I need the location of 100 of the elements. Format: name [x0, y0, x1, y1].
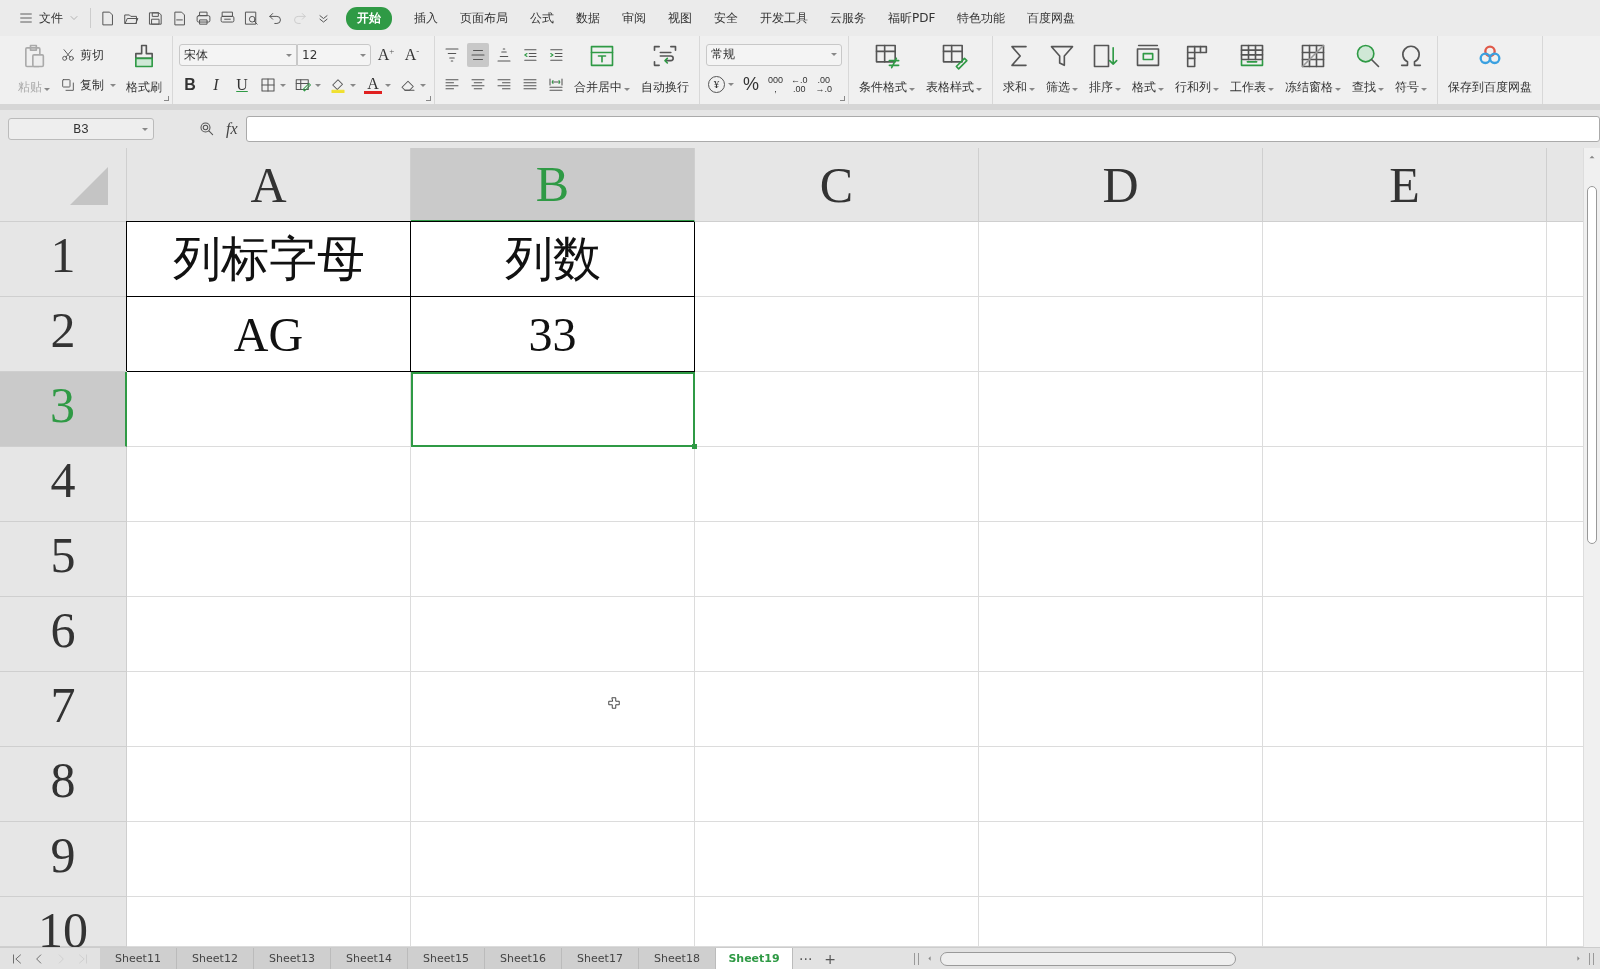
dropdown-field[interactable]: 常规: [706, 43, 842, 66]
ribbon-button[interactable]: 格式刷: [122, 40, 166, 100]
row-header[interactable]: 7: [0, 672, 127, 747]
sheet-tab[interactable]: Sheet13: [254, 948, 331, 969]
print-icon[interactable]: [195, 9, 212, 27]
row-header[interactable]: 9: [0, 822, 127, 897]
dropdown-field[interactable]: 12: [297, 44, 371, 66]
ribbon-button[interactable]: 自动换行: [637, 40, 693, 100]
more-sheets-button[interactable]: ···: [793, 948, 819, 969]
table-cell[interactable]: [411, 747, 695, 822]
ribbon-button[interactable]: 求和: [999, 40, 1039, 100]
formula-field[interactable]: [245, 116, 1600, 142]
row-header[interactable]: 5: [0, 522, 127, 597]
ribbon-button[interactable]: 排序: [1085, 40, 1125, 100]
row-header[interactable]: 8: [0, 747, 127, 822]
table-cell[interactable]: [695, 297, 979, 372]
ribbon-button[interactable]: 保存到百度网盘: [1444, 40, 1536, 100]
table-cell[interactable]: [127, 522, 411, 597]
ribbon-button[interactable]: 条件格式: [855, 40, 919, 100]
table-cell[interactable]: [1263, 747, 1547, 822]
menu-tab[interactable]: 数据: [576, 6, 600, 30]
table-cell[interactable]: [695, 447, 979, 522]
menu-tab[interactable]: 开发工具: [760, 6, 808, 30]
column-header[interactable]: C: [695, 148, 979, 222]
menu-tab[interactable]: 公式: [530, 6, 554, 30]
sheet-tab[interactable]: Sheet18: [639, 948, 716, 969]
menu-tab[interactable]: 审阅: [622, 6, 646, 30]
save-icon[interactable]: [147, 9, 164, 27]
row-header[interactable]: 4: [0, 447, 127, 522]
scrollbar-thumb[interactable]: [1587, 186, 1597, 544]
table-cell[interactable]: [695, 822, 979, 897]
sheet-tab[interactable]: Sheet14: [331, 948, 408, 969]
table-cell[interactable]: [979, 222, 1263, 297]
ribbon-button[interactable]: 格式: [1128, 40, 1168, 100]
ribbon-button[interactable]: 工作表: [1226, 40, 1278, 100]
toolbar-button[interactable]: ¥: [706, 72, 736, 97]
ribbon-button[interactable]: 行和列: [1171, 40, 1223, 100]
table-cell[interactable]: [1263, 372, 1547, 447]
table-cell[interactable]: [411, 522, 695, 597]
selected-cell[interactable]: [411, 372, 695, 447]
table-cell[interactable]: [127, 597, 411, 672]
table-cell[interactable]: [1263, 222, 1547, 297]
table-cell[interactable]: 33: [411, 297, 695, 372]
toolbar-button[interactable]: ←.0 .00: [789, 72, 810, 97]
row-header[interactable]: 2: [0, 297, 127, 372]
dropdown-field[interactable]: 宋体: [179, 44, 297, 66]
ribbon-button[interactable]: 表格样式: [922, 40, 986, 100]
table-cell[interactable]: [695, 672, 979, 747]
ribbon-button[interactable]: 筛选: [1042, 40, 1082, 100]
toolbar-button[interactable]: A$^{+}$: [375, 43, 397, 67]
table-cell[interactable]: [411, 597, 695, 672]
menu-tab[interactable]: 视图: [668, 6, 692, 30]
dialog-launcher-icon[interactable]: [164, 96, 169, 101]
table-cell[interactable]: 列数: [411, 222, 695, 297]
column-header[interactable]: A: [127, 148, 411, 222]
first-sheet-icon[interactable]: [10, 951, 24, 966]
menu-tab[interactable]: 福昕PDF: [888, 6, 936, 30]
table-cell[interactable]: [1263, 597, 1547, 672]
table-cell[interactable]: [127, 672, 411, 747]
ribbon-button[interactable]: 冻结窗格: [1281, 40, 1345, 100]
menu-tab[interactable]: 百度网盘: [1027, 6, 1076, 30]
splitter-grip-icon[interactable]: [1589, 952, 1594, 965]
table-cell[interactable]: [411, 822, 695, 897]
dialog-launcher-icon[interactable]: [840, 96, 845, 101]
preview-icon[interactable]: [243, 9, 260, 27]
sheet-tab[interactable]: Sheet17: [562, 948, 639, 969]
toolbar-button[interactable]: A: [362, 73, 393, 97]
ribbon-button[interactable]: 符号: [1391, 40, 1431, 100]
column-header[interactable]: E: [1263, 148, 1547, 222]
table-cell[interactable]: [127, 747, 411, 822]
menu-tab[interactable]: 云服务: [830, 6, 866, 30]
zoom-icon[interactable]: [198, 120, 216, 138]
dialog-launcher-icon[interactable]: [426, 96, 431, 101]
select-all-corner[interactable]: [0, 148, 127, 222]
table-cell[interactable]: [979, 747, 1263, 822]
table-cell[interactable]: [979, 297, 1263, 372]
table-cell[interactable]: [1263, 672, 1547, 747]
table-cell[interactable]: 列标字母: [127, 222, 411, 297]
toolbar-button[interactable]: I: [205, 73, 227, 97]
name-box[interactable]: B3: [8, 118, 154, 140]
toolbar-button[interactable]: B: [179, 73, 201, 97]
toolbar-button[interactable]: A$^{-}$: [401, 43, 423, 67]
table-cell[interactable]: [127, 372, 411, 447]
toolbar-button[interactable]: U: [231, 73, 253, 97]
menu-tab[interactable]: 页面布局: [460, 6, 508, 30]
menu-tab[interactable]: 插入: [414, 6, 438, 30]
fx-label[interactable]: fx: [226, 120, 238, 138]
table-cell[interactable]: [1263, 522, 1547, 597]
fill-handle[interactable]: [692, 444, 697, 449]
column-header[interactable]: [1547, 148, 1583, 222]
sheet-tab[interactable]: Sheet11: [100, 948, 177, 969]
row-header[interactable]: 6: [0, 597, 127, 672]
table-cell[interactable]: [695, 222, 979, 297]
vertical-scrollbar[interactable]: [1583, 148, 1600, 947]
column-header[interactable]: D: [979, 148, 1263, 222]
table-cell[interactable]: [979, 597, 1263, 672]
table-cell[interactable]: [979, 822, 1263, 897]
menu-tab[interactable]: 特色功能: [957, 6, 1006, 30]
menu-tab[interactable]: 开始: [346, 6, 392, 30]
toolbar-button[interactable]: .00 →.0: [813, 72, 835, 97]
